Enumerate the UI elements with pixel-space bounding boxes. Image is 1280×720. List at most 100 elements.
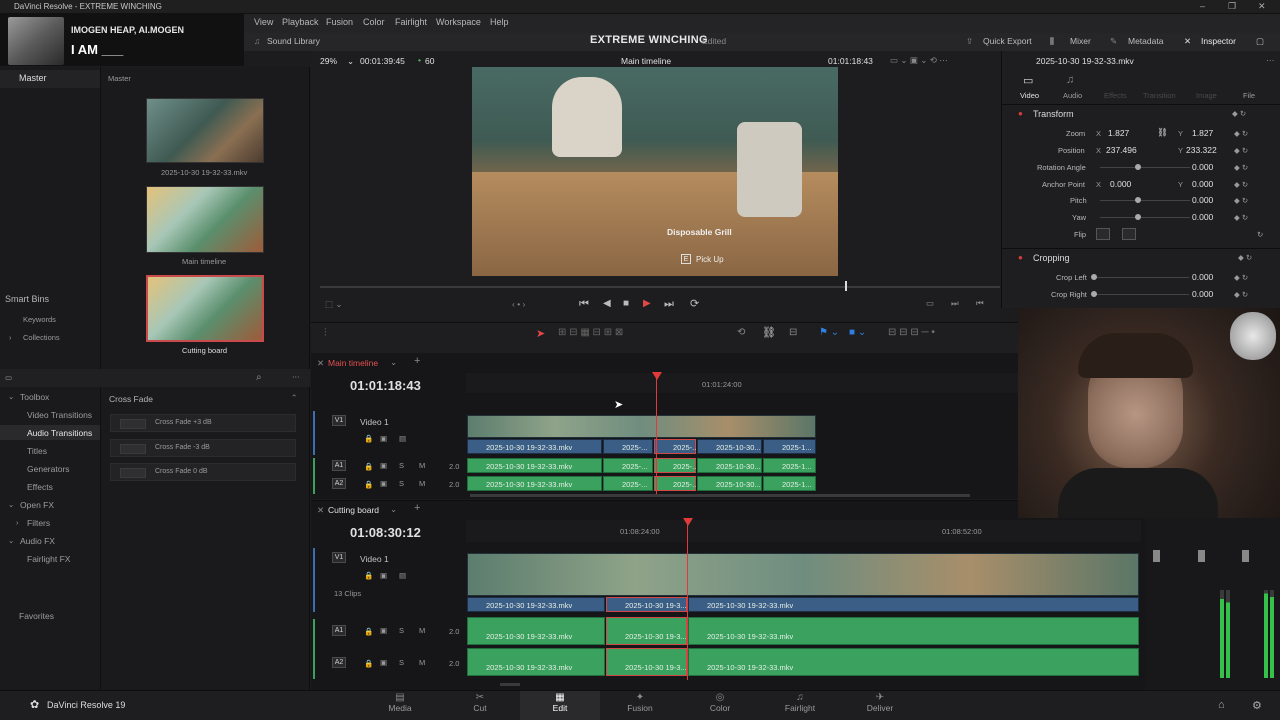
main-timeline-tab[interactable]: Main timeline: [328, 358, 378, 368]
auto-track-icon[interactable]: ▣: [380, 571, 387, 580]
scrubber-handle[interactable]: [845, 281, 847, 291]
play-reverse-icon[interactable]: ◀: [603, 298, 611, 309]
in-point-icon[interactable]: ⏭: [951, 298, 959, 309]
timeline-scrollbar[interactable]: [470, 494, 970, 497]
skip-forward-icon[interactable]: ⏭: [664, 298, 674, 311]
audio-clip[interactable]: 2025-...: [654, 476, 698, 491]
edit-tools-icon[interactable]: ⊞ ⊟ ▦ ⊟ ⊞ ⊠: [558, 327, 623, 338]
lock-icon[interactable]: 🔒: [364, 571, 373, 580]
audio-clip[interactable]: 2025-...: [603, 458, 653, 473]
play-icon[interactable]: ▶: [643, 298, 651, 309]
audio-clip[interactable]: 2025-1...: [763, 476, 816, 491]
viewer-mode-icon[interactable]: ⬚ ⌄: [325, 299, 343, 310]
titles-item[interactable]: Titles: [27, 446, 47, 456]
fader[interactable]: [1153, 550, 1160, 562]
menu-color[interactable]: Color: [363, 17, 385, 27]
v1-name[interactable]: Video 1: [360, 417, 389, 427]
crop-left-slider[interactable]: [1094, 277, 1189, 278]
loop-icon[interactable]: ⟳: [690, 297, 699, 310]
mute-button[interactable]: M: [419, 626, 425, 635]
audio-clip[interactable]: 2025-10-30...: [697, 476, 762, 491]
auto-track-icon[interactable]: ▣: [380, 658, 387, 667]
rotation-slider[interactable]: [1100, 167, 1190, 168]
auto-track-icon[interactable]: ▣: [380, 434, 387, 443]
auto-track-icon[interactable]: ▣: [380, 479, 387, 488]
mute-button[interactable]: M: [419, 461, 425, 470]
search-icon[interactable]: ⌕: [256, 372, 262, 383]
zoom-x[interactable]: 1.827: [1108, 128, 1129, 138]
more-options-icon[interactable]: ⋯: [292, 372, 300, 381]
add-timeline-icon[interactable]: +: [414, 355, 420, 367]
lock-icon[interactable]: 🔒: [364, 462, 373, 471]
a1-selector[interactable]: A1: [332, 625, 346, 636]
toolbox-item[interactable]: Toolbox: [20, 392, 49, 402]
audio-clip[interactable]: 2025-10-30 19-32-33.mkv: [467, 476, 602, 491]
expand-icon[interactable]: ›: [16, 518, 19, 527]
timeline-thumbnail[interactable]: [146, 186, 264, 253]
playhead[interactable]: [687, 522, 688, 680]
page-cut[interactable]: ✂ Cut: [450, 692, 510, 713]
audio-clip[interactable]: 2025-1...: [763, 458, 816, 473]
pitch-value[interactable]: 0.000: [1192, 195, 1213, 205]
settings-gear-icon[interactable]: ⚙: [1252, 699, 1262, 712]
keyframe-icons[interactable]: ◆ ↻: [1234, 290, 1248, 299]
audio-clip[interactable]: 2025-10-30 19-32-33.mkv: [467, 648, 605, 676]
audio-clip[interactable]: 2025-10-30 19-3...: [606, 648, 687, 676]
tab-transition[interactable]: Transition: [1143, 91, 1176, 100]
fader[interactable]: [1242, 550, 1249, 562]
audio-transitions-item[interactable]: Audio Transitions: [27, 428, 92, 438]
ruler[interactable]: [466, 373, 1018, 393]
audio-clip[interactable]: 2025-10-30 19-32-33.mkv: [688, 617, 1139, 645]
master-bin[interactable]: Master: [19, 73, 47, 83]
zoom-level[interactable]: 29%: [320, 56, 337, 66]
selection-tool-icon[interactable]: ➤: [536, 327, 545, 340]
position-y[interactable]: 233.322: [1186, 145, 1217, 155]
slider-handle[interactable]: [1135, 197, 1141, 203]
monitor-icon[interactable]: ▤: [399, 571, 406, 580]
chevron-down-icon[interactable]: ⌄: [347, 56, 354, 67]
tab-audio[interactable]: Audio: [1063, 91, 1082, 100]
chevron-up-icon[interactable]: ⌃: [291, 393, 297, 402]
keyframe-icons[interactable]: ◆ ↻: [1234, 180, 1248, 189]
a2-selector[interactable]: A2: [332, 478, 346, 489]
enable-dot-icon[interactable]: ●: [1018, 109, 1023, 118]
auto-track-icon[interactable]: ▣: [380, 626, 387, 635]
effects-item[interactable]: Effects: [27, 482, 53, 492]
mixer-button[interactable]: Mixer: [1070, 36, 1091, 46]
page-fairlight[interactable]: ♫ Fairlight: [770, 692, 830, 713]
slider-handle[interactable]: [1135, 214, 1141, 220]
metadata-button[interactable]: Metadata: [1128, 36, 1163, 46]
quick-export-button[interactable]: Quick Export: [983, 36, 1032, 46]
video-transitions-item[interactable]: Video Transitions: [27, 410, 92, 420]
yaw-value[interactable]: 0.000: [1192, 212, 1213, 222]
page-deliver[interactable]: ✈ Deliver: [850, 692, 910, 713]
cross-fade-minus3[interactable]: Cross Fade -3 dB: [110, 439, 296, 457]
mute-button[interactable]: M: [419, 658, 425, 667]
tab-file[interactable]: File: [1243, 91, 1255, 100]
audio-clip[interactable]: 2025-...: [603, 476, 653, 491]
menu-help[interactable]: Help: [490, 17, 509, 27]
collapse-icon[interactable]: ⌄: [8, 392, 14, 401]
keyframe-icons[interactable]: ◆ ↻: [1234, 146, 1248, 155]
chevron-down-icon[interactable]: ⌄: [390, 357, 397, 368]
slider-handle[interactable]: [1091, 291, 1097, 297]
monitor-icon[interactable]: ▤: [399, 434, 406, 443]
viewer-timeline-name[interactable]: Main timeline: [621, 56, 671, 66]
position-x[interactable]: 237.496: [1106, 145, 1137, 155]
slider-handle[interactable]: [1135, 164, 1141, 170]
video-clip[interactable]: 2025-10-30 19-32-33.mkv: [467, 439, 602, 454]
keyframe-icons[interactable]: ◆ ↻: [1234, 196, 1248, 205]
cutting-board-tab[interactable]: Cutting board: [328, 505, 379, 515]
lock-icon[interactable]: 🔒: [364, 480, 373, 489]
menu-fairlight[interactable]: Fairlight: [395, 17, 427, 27]
yaw-slider[interactable]: [1100, 217, 1190, 218]
flip-vertical-icon[interactable]: [1122, 228, 1136, 240]
anchor-x[interactable]: 0.000: [1110, 179, 1131, 189]
lock-icon[interactable]: 🔒: [364, 627, 373, 636]
solo-button[interactable]: S: [399, 461, 404, 470]
maximize-icon[interactable]: ❐: [1228, 1, 1236, 12]
snapping-icon[interactable]: ⟲: [737, 327, 745, 338]
sound-library-button[interactable]: Sound Library: [267, 36, 320, 46]
crop-right-slider[interactable]: [1094, 294, 1189, 295]
audio-clip[interactable]: 2025-10-30 19-3...: [606, 617, 687, 645]
